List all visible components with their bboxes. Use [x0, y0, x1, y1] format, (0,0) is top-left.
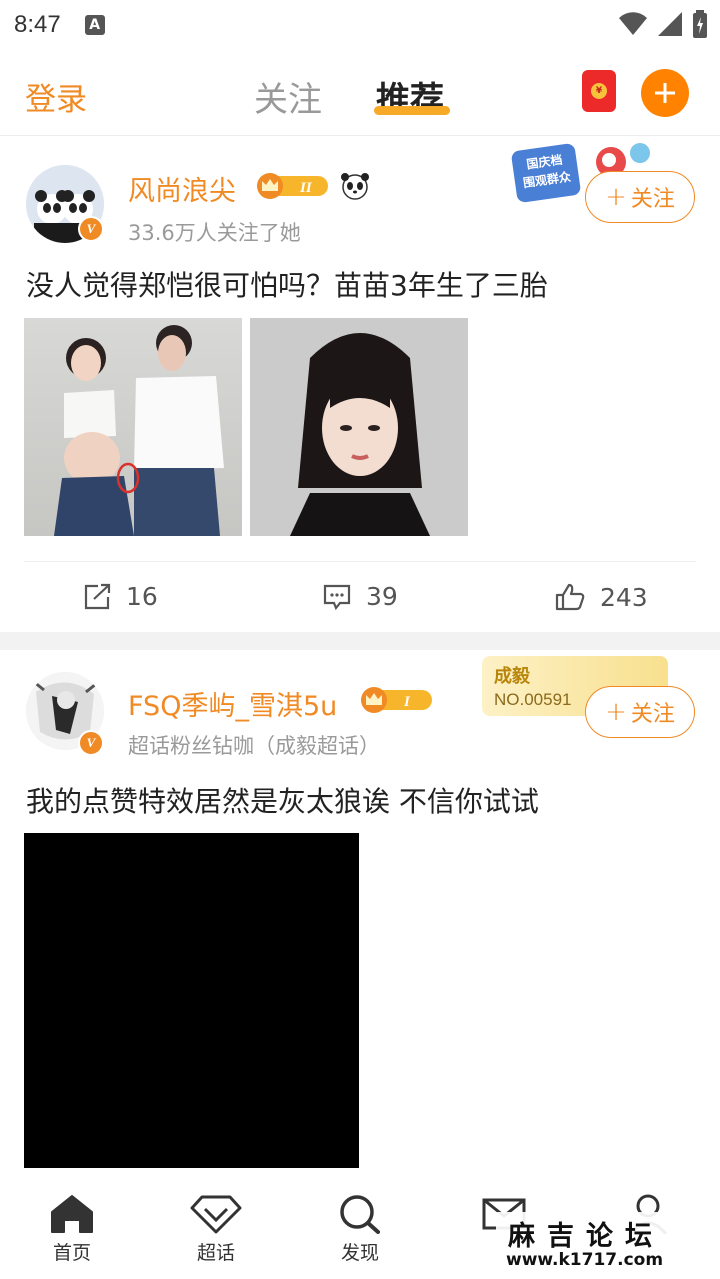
battery-icon: [693, 10, 707, 38]
like-count: 243: [600, 582, 648, 612]
username[interactable]: FSQ季屿_雪淇5u: [128, 684, 337, 723]
verified-badge: V: [78, 216, 104, 242]
level-text: I: [403, 694, 411, 710]
nav-home[interactable]: 首页: [27, 1194, 117, 1265]
post-image[interactable]: [250, 318, 468, 536]
fan-card-number: NO.00591: [494, 690, 572, 709]
follow-button[interactable]: + 关注: [585, 686, 695, 738]
post-video[interactable]: [24, 833, 359, 1168]
repost-count: 16: [126, 582, 158, 611]
notification-icon: A: [84, 15, 105, 35]
watermark-title: 麻吉论坛: [508, 1221, 664, 1252]
plus-icon: +: [605, 182, 627, 212]
feed-divider: [0, 632, 720, 650]
portrait-photo: [250, 318, 468, 536]
verified-badge: V: [78, 730, 104, 756]
repost-icon: [84, 583, 111, 609]
nav-home-label: 首页: [52, 1242, 91, 1264]
top-nav: 登录 关注 推荐 ¥: [0, 50, 720, 136]
login-link[interactable]: 登录: [25, 74, 87, 119]
action-bar: 16 39 243: [24, 561, 696, 633]
comment-button[interactable]: 39: [322, 582, 398, 611]
like-button[interactable]: 243: [554, 582, 648, 612]
follow-label: 关注: [630, 702, 675, 727]
repost-button[interactable]: 16: [82, 582, 158, 611]
status-bar: 8:47 A: [0, 0, 720, 50]
red-packet-icon[interactable]: ¥: [582, 70, 616, 112]
crown-level-badge: I: [361, 687, 432, 713]
nav-super-topic[interactable]: 超话: [171, 1194, 261, 1265]
comment-icon: [323, 584, 351, 610]
post-text[interactable]: 我的点赞特效居然是灰太狼诶 不信你试试: [26, 780, 539, 820]
crown-level-badge: II: [257, 173, 328, 199]
home-icon: [51, 1195, 93, 1233]
comment-count: 39: [366, 582, 398, 611]
level-text: II: [299, 180, 313, 196]
username[interactable]: 风尚浪尖: [128, 169, 236, 208]
plus-icon: [655, 83, 675, 103]
post-text[interactable]: 没人觉得郑恺很可怕吗？苗苗3年生了三胎: [26, 264, 548, 304]
fan-card-name: 成毅: [494, 666, 530, 687]
nav-discover-label: 发现: [340, 1242, 379, 1264]
follow-button[interactable]: + 关注: [585, 171, 695, 223]
search-icon: [340, 1195, 380, 1234]
follow-label: 关注: [630, 187, 675, 212]
watermark-url: www.k1717.com: [506, 1250, 664, 1270]
status-time: 8:47: [14, 11, 61, 38]
signal-icon: [658, 12, 682, 36]
add-button[interactable]: [641, 69, 689, 117]
couple-photo: [54, 325, 224, 536]
follower-count: 33.6万人关注了她: [128, 221, 301, 245]
wifi-icon: [619, 12, 647, 36]
post-image[interactable]: [24, 318, 242, 536]
nav-super-topic-label: 超话: [196, 1242, 235, 1264]
feed-post: V 风尚浪尖 II 33.6万人关注了她 国庆档 围观群众 + 关注 没人觉得郑恺…: [0, 137, 720, 632]
fan-title: 超话粉丝钻咖（成毅超话）: [128, 734, 380, 758]
nav-discover[interactable]: 发现: [315, 1194, 405, 1265]
plus-icon: +: [605, 697, 627, 727]
panda-icon: [341, 173, 369, 200]
like-icon: [555, 583, 585, 611]
diamond-icon: [190, 1195, 242, 1234]
tab-follow[interactable]: 关注: [254, 72, 322, 121]
feed-post: V FSQ季屿_雪淇5u I 超话粉丝钻咖（成毅超话） 成毅 NO.00591 …: [0, 650, 720, 1180]
forum-watermark: 麻吉论坛 www.k1717.com: [496, 1212, 676, 1274]
active-tab-indicator: [374, 106, 450, 115]
status-icons: [618, 10, 708, 38]
